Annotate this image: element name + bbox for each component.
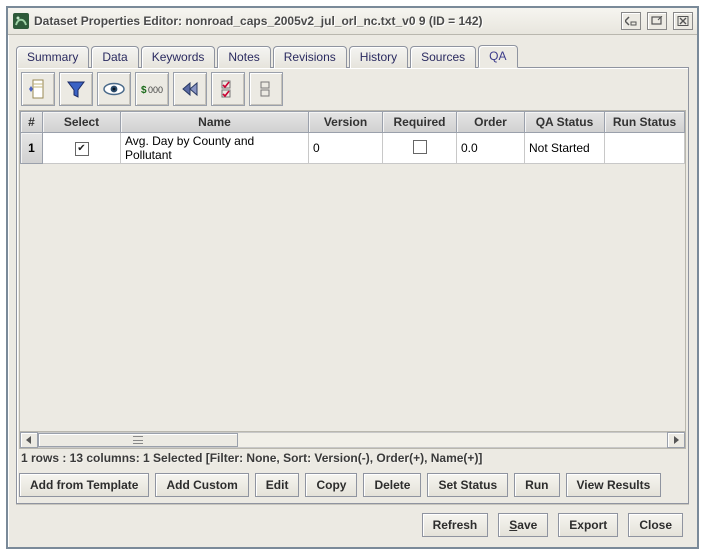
col-name[interactable]: Name xyxy=(121,112,309,133)
cell-name: Avg. Day by County and Pollutant xyxy=(121,133,309,164)
save-button[interactable]: Save xyxy=(498,513,548,537)
col-num[interactable]: # xyxy=(21,112,43,133)
list-icon[interactable] xyxy=(249,72,283,106)
close-window-button[interactable] xyxy=(673,12,693,30)
table-status-line: 1 rows : 13 columns: 1 Selected [Filter:… xyxy=(17,449,688,467)
cell-row-num: 1 xyxy=(21,133,43,164)
tab-qa[interactable]: QA xyxy=(478,45,517,68)
cell-order: 0.0 xyxy=(457,133,525,164)
cell-qa-status: Not Started xyxy=(525,133,605,164)
properties-editor-window: Dataset Properties Editor: nonroad_caps_… xyxy=(6,6,699,549)
tab-summary[interactable]: Summary xyxy=(16,46,89,68)
tab-data[interactable]: Data xyxy=(91,46,138,68)
qa-table-grid: # Select Name Version Required Order QA … xyxy=(20,111,685,164)
close-button[interactable]: Close xyxy=(628,513,683,537)
delete-button[interactable]: Delete xyxy=(363,473,421,497)
rewind-icon[interactable] xyxy=(173,72,207,106)
table-empty-area xyxy=(20,164,685,431)
window-title: Dataset Properties Editor: nonroad_caps_… xyxy=(34,14,615,28)
minimize-button[interactable] xyxy=(621,12,641,30)
set-status-button[interactable]: Set Status xyxy=(427,473,508,497)
maximize-button[interactable] xyxy=(647,12,667,30)
cell-required[interactable] xyxy=(383,133,457,164)
table-header-row: # Select Name Version Required Order QA … xyxy=(21,112,685,133)
scroll-left-icon[interactable] xyxy=(20,432,38,448)
horizontal-scrollbar[interactable] xyxy=(20,431,685,448)
dialog-button-bar: Refresh Save Export Close xyxy=(16,504,689,541)
svg-text:000: 000 xyxy=(148,85,163,95)
col-required[interactable]: Required xyxy=(383,112,457,133)
tab-history[interactable]: History xyxy=(349,46,408,68)
funnel-icon[interactable] xyxy=(59,72,93,106)
add-from-template-button[interactable]: Add from Template xyxy=(19,473,149,497)
select-checkbox[interactable] xyxy=(75,142,89,156)
refresh-button[interactable]: Refresh xyxy=(422,513,489,537)
cell-version: 0 xyxy=(309,133,383,164)
save-button-rest: ave xyxy=(517,518,537,532)
table-row[interactable]: 1 Avg. Day by County and Pollutant 0 0.0… xyxy=(21,133,685,164)
qa-table: # Select Name Version Required Order QA … xyxy=(19,110,686,449)
check-icon[interactable] xyxy=(211,72,245,106)
required-checkbox[interactable] xyxy=(413,140,427,154)
app-icon xyxy=(12,12,30,30)
view-results-button[interactable]: View Results xyxy=(566,473,662,497)
col-qa-status[interactable]: QA Status xyxy=(525,112,605,133)
scroll-track[interactable] xyxy=(38,432,667,448)
col-order[interactable]: Order xyxy=(457,112,525,133)
col-select[interactable]: Select xyxy=(43,112,121,133)
qa-panel: $000 xyxy=(16,67,689,504)
eye-icon[interactable] xyxy=(97,72,131,106)
format-icon[interactable]: $000 xyxy=(135,72,169,106)
add-custom-button[interactable]: Add Custom xyxy=(155,473,248,497)
edit-button[interactable]: Edit xyxy=(255,473,300,497)
cell-run-status xyxy=(605,133,685,164)
title-bar: Dataset Properties Editor: nonroad_caps_… xyxy=(8,8,697,35)
svg-text:$: $ xyxy=(141,85,147,96)
run-button[interactable]: Run xyxy=(514,473,559,497)
tab-notes[interactable]: Notes xyxy=(217,46,270,68)
scroll-right-icon[interactable] xyxy=(667,432,685,448)
page-icon[interactable] xyxy=(21,72,55,106)
cell-select[interactable] xyxy=(43,133,121,164)
qa-button-row: Add from Template Add Custom Edit Copy D… xyxy=(17,467,688,503)
qa-toolbar: $000 xyxy=(17,68,688,110)
tab-keywords[interactable]: Keywords xyxy=(141,46,216,68)
tab-bar: Summary Data Keywords Notes Revisions Hi… xyxy=(16,43,689,67)
tab-sources[interactable]: Sources xyxy=(410,46,476,68)
copy-button[interactable]: Copy xyxy=(305,473,357,497)
col-run-status[interactable]: Run Status xyxy=(605,112,685,133)
col-version[interactable]: Version xyxy=(309,112,383,133)
export-button[interactable]: Export xyxy=(558,513,618,537)
tab-revisions[interactable]: Revisions xyxy=(273,46,347,68)
scroll-thumb[interactable] xyxy=(38,433,238,447)
